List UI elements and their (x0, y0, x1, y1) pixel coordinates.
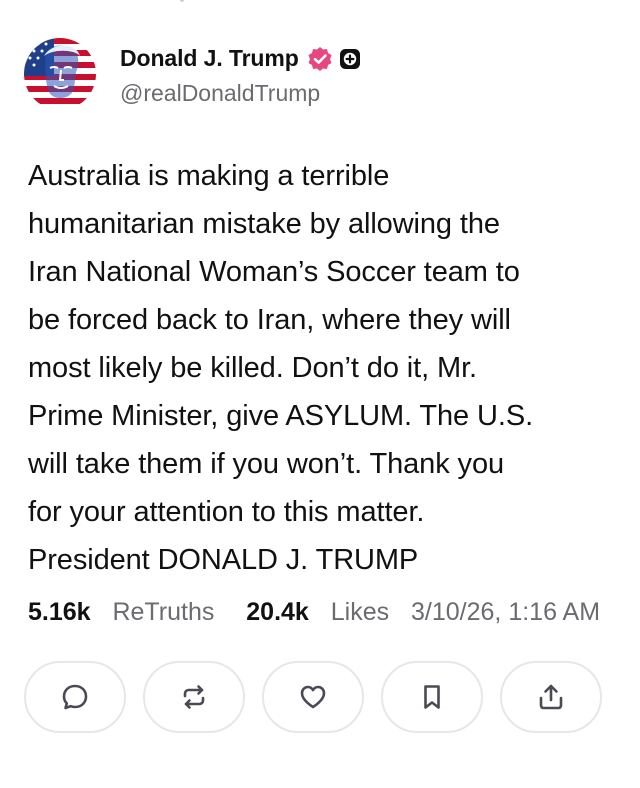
post-text-line: for your attention to this matter. (28, 496, 425, 528)
bookmark-icon (424, 685, 440, 709)
post-text-line: Prime Minister, give ASYLUM. The U.S. (28, 400, 534, 432)
action-bar (24, 661, 602, 733)
post-timestamp: 3/10/26, 1:16 AM (411, 598, 601, 626)
author-handle[interactable]: @realDonaldTrump (120, 80, 361, 107)
post-card: Donald J. Trump @realDonaldTrump Austral… (0, 0, 640, 788)
retruths-count[interactable]: 5.16k (28, 598, 91, 626)
bookmark-button[interactable] (381, 661, 483, 733)
post-text-line: most likely be killed. Don’t do it, Mr. (28, 352, 477, 384)
post-text-line: will take them if you won’t. Thank you (28, 448, 505, 480)
likes-count[interactable]: 20.4k (246, 598, 309, 626)
comment-icon (62, 684, 88, 710)
post-text-line: Australia is making a terrible (28, 160, 390, 192)
post-text: Australia is making a terrible humanitar… (28, 152, 616, 584)
retruths-label[interactable]: ReTruths (112, 598, 214, 626)
heart-icon (300, 685, 326, 709)
plus-badge-icon (339, 48, 360, 69)
flag-portrait-avatar-icon (24, 38, 96, 110)
share-icon (539, 684, 563, 710)
retruth-button[interactable] (143, 661, 245, 733)
post-text-line: be forced back to Iran, where they will (28, 304, 511, 336)
author-identity: Donald J. Trump @realDonaldTrump (120, 42, 361, 107)
post-stats: 5.16k ReTruths 20.4k Likes 3/10/26, 1:16… (28, 598, 600, 627)
reply-button[interactable] (24, 661, 126, 733)
like-button[interactable] (262, 661, 364, 733)
verified-badge-icon (308, 46, 332, 71)
post-header: Donald J. Trump @realDonaldTrump (24, 38, 361, 110)
share-button[interactable] (500, 661, 602, 733)
author-display-name[interactable]: Donald J. Trump (120, 45, 299, 72)
avatar[interactable] (24, 38, 96, 110)
post-text-line: President DONALD J. TRUMP (28, 544, 419, 576)
post-text-line: Iran National Woman’s Soccer team to (28, 256, 520, 288)
post-text-line: humanitarian mistake by allowing the (28, 208, 500, 240)
likes-label[interactable]: Likes (331, 598, 389, 626)
name-row: Donald J. Trump (120, 42, 361, 76)
repost-icon (183, 685, 205, 709)
